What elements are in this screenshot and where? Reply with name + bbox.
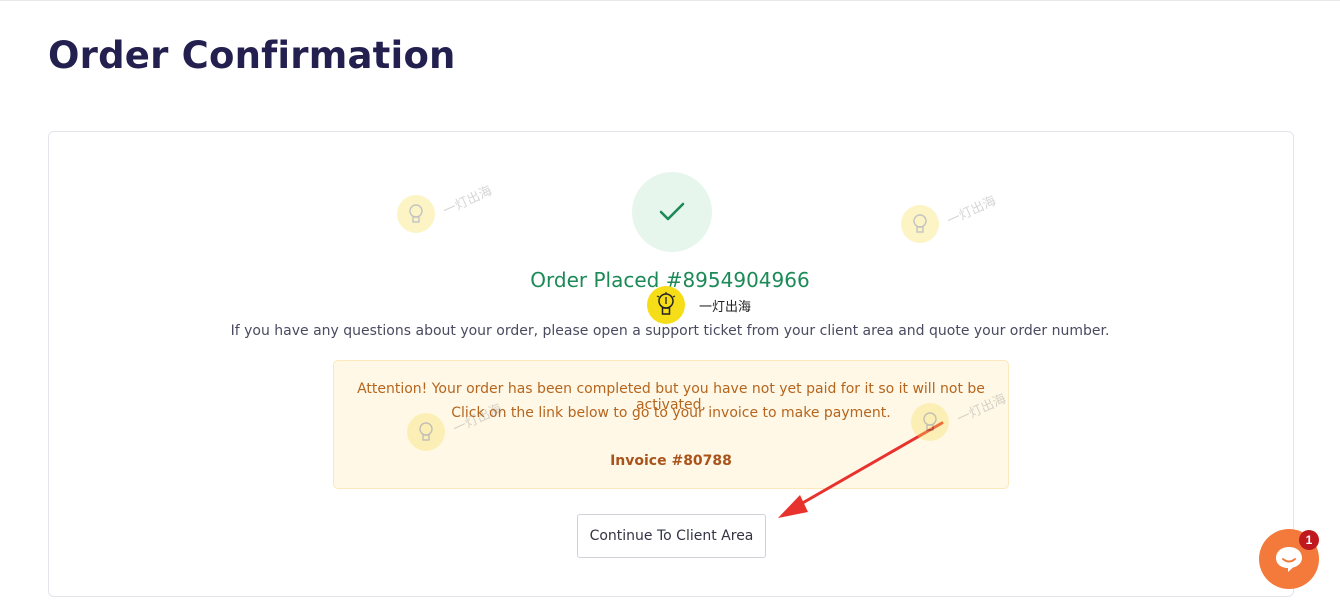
checkmark-icon: [659, 202, 685, 221]
brand-logo-overlay: 一灯出海: [647, 286, 751, 324]
continue-to-client-area-button[interactable]: Continue To Client Area: [577, 514, 766, 558]
order-support-info: If you have any questions about your ord…: [230, 323, 1110, 339]
chat-bubble-icon: [1276, 547, 1302, 572]
top-divider: [0, 0, 1340, 1]
annotation-arrow: [778, 421, 944, 518]
brand-logo-text: 一灯出海: [699, 299, 752, 315]
lightbulb-icon: [647, 286, 685, 324]
chat-notification-badge: 1: [1299, 530, 1319, 550]
page-title: Order Confirmation: [48, 34, 456, 77]
success-check-badge: [632, 172, 712, 252]
